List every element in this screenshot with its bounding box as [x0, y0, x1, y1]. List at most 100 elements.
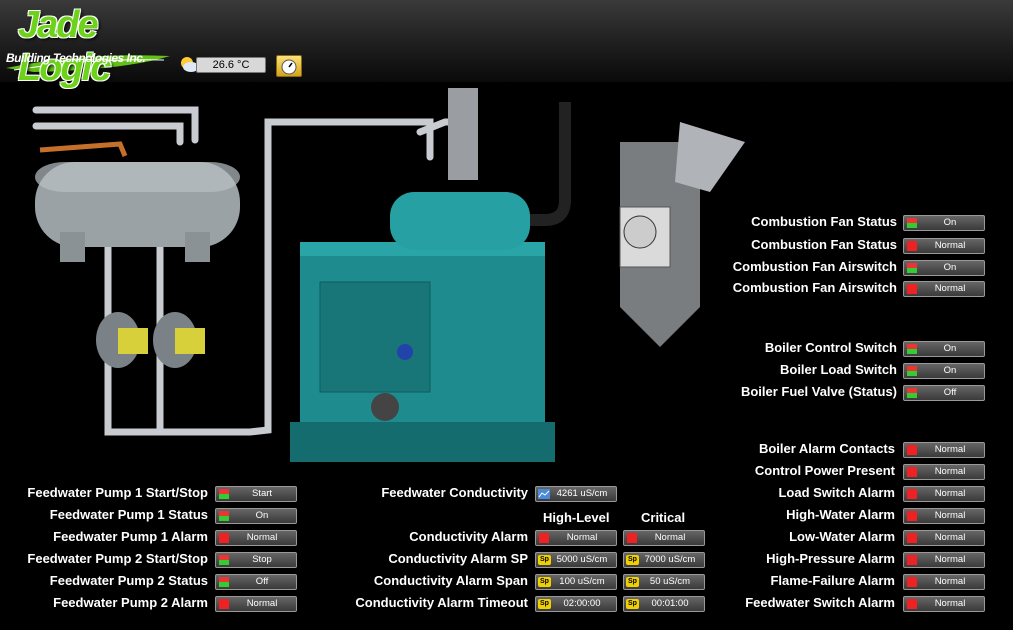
- analog-value-icon: [538, 489, 550, 499]
- indicator-value: 100 uS/cm: [559, 576, 605, 587]
- boiler: [290, 192, 555, 462]
- switch-indicator-1[interactable]: On: [903, 363, 985, 379]
- combustion-indicator-0[interactable]: On: [903, 215, 985, 231]
- status-led-red-icon: [907, 445, 917, 455]
- conductivity-critical-3[interactable]: Sp 00:01:00: [623, 596, 705, 612]
- feedwater-pump-2-alarm-label: Feedwater Pump 2 Alarm: [53, 595, 208, 610]
- status-led-red-icon: [907, 533, 917, 543]
- alarm-indicator-low-water-alarm[interactable]: Normal: [903, 530, 985, 546]
- status-led-green-icon: [219, 555, 229, 565]
- feedwater-pump-1: [96, 312, 148, 368]
- feedwater-pump-1-status-label: Feedwater Pump 1 Status: [49, 507, 208, 522]
- boiler-load-switch-label: Boiler Load Switch: [779, 362, 897, 377]
- indicator-value: Normal: [934, 576, 966, 587]
- status-led-red-icon: [539, 533, 549, 543]
- clock-button[interactable]: [276, 55, 302, 77]
- combustion-air-intake: [619, 122, 745, 347]
- high-level-column-header: High-Level: [543, 510, 610, 525]
- indicator-value: Normal: [934, 488, 966, 499]
- combustion-fan-status-label: Combustion Fan Status: [751, 237, 897, 252]
- copper-pipe: [39, 141, 128, 157]
- combustion-fan-status-label: Combustion Fan Status: [751, 214, 897, 229]
- indicator-value: On: [255, 510, 269, 521]
- indicator-value: Normal: [246, 532, 278, 543]
- conductivity-critical-1[interactable]: Sp 7000 uS/cm: [623, 552, 705, 568]
- indicator-value: Normal: [654, 532, 686, 543]
- indicator-value: Normal: [934, 466, 966, 477]
- logo-subtitle: Building Technologies Inc.: [6, 51, 146, 65]
- load-switch-alarm-label: Load Switch Alarm: [778, 485, 895, 500]
- status-led-red-icon: [907, 599, 917, 609]
- combustion-fan-airswitch-label: Combustion Fan Airswitch: [732, 280, 897, 295]
- indicator-value: 02:00:00: [563, 598, 601, 609]
- conductivity-high-1[interactable]: Sp 5000 uS/cm: [535, 552, 617, 568]
- indicator-value: On: [943, 217, 957, 228]
- alarm-indicator-flame-failure-alarm[interactable]: Normal: [903, 574, 985, 590]
- indicator-value: Normal: [934, 532, 966, 543]
- pump-indicator-3[interactable]: Stop: [215, 552, 297, 568]
- feedwater-switch-alarm-label: Feedwater Switch Alarm: [745, 595, 895, 610]
- condensate-tank: [35, 162, 240, 262]
- pump-indicator-1[interactable]: On: [215, 508, 297, 524]
- indicator-value: 4261 uS/cm: [556, 488, 608, 499]
- indicator-value: Stop: [252, 554, 272, 565]
- conductivity-alarm-sp-label: Conductivity Alarm SP: [388, 551, 528, 566]
- pump-indicator-2[interactable]: Normal: [215, 530, 297, 546]
- feedwater-conductivity-value: 4261 uS/cm: [535, 486, 617, 502]
- alarm-indicator-high-water-alarm[interactable]: Normal: [903, 508, 985, 524]
- flame-failure-alarm-label: Flame-Failure Alarm: [770, 573, 895, 588]
- status-led-red-icon: [907, 241, 917, 251]
- conductivity-critical-0[interactable]: Normal: [623, 530, 705, 546]
- boiler-fuel-valve-status-label: Boiler Fuel Valve (Status): [740, 384, 897, 399]
- status-led-red-icon: [907, 467, 917, 477]
- alarm-indicator-load-switch-alarm[interactable]: Normal: [903, 486, 985, 502]
- conductivity-alarm-timeout-label: Conductivity Alarm Timeout: [355, 595, 528, 610]
- boiler-alarm-contacts-label: Boiler Alarm Contacts: [758, 441, 895, 456]
- status-led-red-icon: [907, 284, 917, 294]
- conductivity-critical-2[interactable]: Sp 50 uS/cm: [623, 574, 705, 590]
- combustion-fan-airswitch-label: Combustion Fan Airswitch: [732, 259, 897, 274]
- indicator-value: Normal: [934, 444, 966, 455]
- conductivity-high-2[interactable]: Sp 100 uS/cm: [535, 574, 617, 590]
- indicator-value: Normal: [934, 598, 966, 609]
- indicator-value: Start: [251, 488, 273, 499]
- alarm-indicator-high-pressure-alarm[interactable]: Normal: [903, 552, 985, 568]
- status-led-green-icon: [907, 388, 917, 398]
- conductivity-high-3[interactable]: Sp 02:00:00: [535, 596, 617, 612]
- indicator-value: Normal: [934, 554, 966, 565]
- status-led-red-icon: [907, 489, 917, 499]
- status-led-green-icon: [907, 263, 917, 273]
- alarm-indicator-control-power-present[interactable]: Normal: [903, 464, 985, 480]
- alarm-indicator-feedwater-switch-alarm[interactable]: Normal: [903, 596, 985, 612]
- pump-indicator-5[interactable]: Normal: [215, 596, 297, 612]
- indicator-value: 7000 uS/cm: [644, 554, 696, 565]
- header-bar: Jade Logic Building Technologies Inc. 26…: [0, 0, 1013, 89]
- switch-indicator-2[interactable]: Off: [903, 385, 985, 401]
- gauge-icon: [281, 59, 297, 75]
- combustion-indicator-1[interactable]: Normal: [903, 238, 985, 254]
- combustion-indicator-2[interactable]: On: [903, 260, 985, 276]
- status-led-red-icon: [627, 533, 637, 543]
- status-led-red-icon: [907, 555, 917, 565]
- status-led-green-icon: [907, 366, 917, 376]
- status-led-green-icon: [907, 218, 917, 228]
- pump-indicator-0[interactable]: Start: [215, 486, 297, 502]
- switch-indicator-0[interactable]: On: [903, 341, 985, 357]
- feedwater-conductivity-label: Feedwater Conductivity: [381, 485, 528, 500]
- pump-indicator-4[interactable]: Off: [215, 574, 297, 590]
- temperature-value: 26.6 °C: [196, 57, 266, 73]
- indicator-value: 50 uS/cm: [649, 576, 691, 587]
- feedwater-pump-2: [153, 312, 205, 368]
- feedwater-pump-2-start-stop-label: Feedwater Pump 2 Start/Stop: [27, 551, 208, 566]
- conductivity-high-0[interactable]: Normal: [535, 530, 617, 546]
- status-led-green-icon: [219, 489, 229, 499]
- status-led-red-icon: [219, 599, 229, 609]
- control-power-present-label: Control Power Present: [754, 463, 895, 478]
- status-led-red-icon: [907, 511, 917, 521]
- status-led-red-icon: [907, 577, 917, 587]
- high-water-alarm-label: High-Water Alarm: [786, 507, 895, 522]
- combustion-indicator-3[interactable]: Normal: [903, 281, 985, 297]
- flue-pipe: [525, 102, 571, 226]
- alarm-indicator-boiler-alarm-contacts[interactable]: Normal: [903, 442, 985, 458]
- indicator-value: Normal: [934, 283, 966, 294]
